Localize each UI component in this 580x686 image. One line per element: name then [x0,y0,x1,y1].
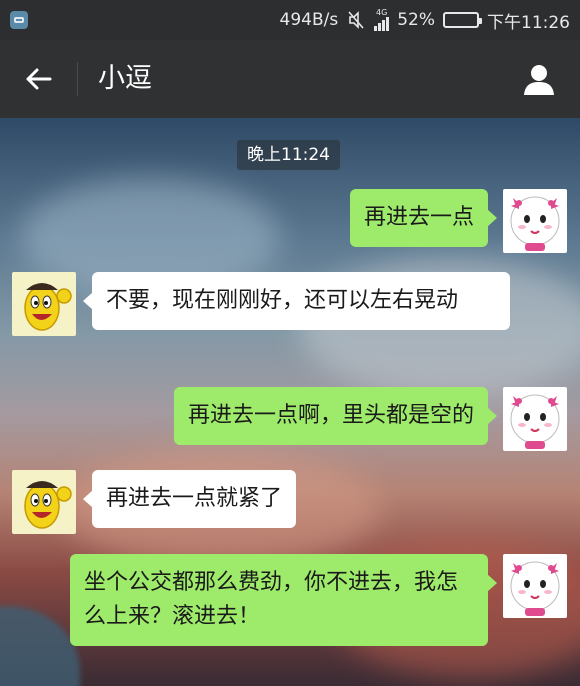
vibrate-mute-icon [348,11,364,29]
chat-info-button[interactable] [518,58,560,100]
person-icon [524,65,554,95]
status-time: 下午11:26 [487,12,570,33]
my-avatar[interactable] [503,387,567,451]
back-button[interactable] [14,57,62,101]
incoming-message[interactable]: 再进去一点就紧了 [82,470,297,528]
background-mountain [0,606,80,686]
bean-mascot-icon [24,481,72,529]
girl-face-icon [510,394,560,449]
title-divider [77,62,78,96]
battery-percent: 52% [397,10,435,30]
app-notification-icon [10,11,28,29]
network-type: 4G [376,8,388,17]
girl-face-icon [510,196,560,251]
status-indicators: 494B/s 4G 52% 下午11:26 [280,0,571,40]
contact-avatar[interactable] [12,470,76,534]
title-bar: 小逗 [0,40,580,118]
bean-mascot-icon [24,283,72,331]
outgoing-message[interactable]: 再进去一点啊，里头都是空的 [173,387,498,445]
outgoing-message[interactable]: 再进去一点 [349,189,498,247]
incoming-message[interactable]: 不要，现在刚刚好，还可以左右晃动 [83,272,510,330]
girl-face-icon [510,561,560,616]
chat-title: 小逗 [98,63,152,94]
status-bar: 494B/s 4G 52% 下午11:26 [0,0,580,40]
my-avatar[interactable] [503,189,567,253]
network-speed: 494B/s [279,10,339,30]
message-timestamp: 晚上11:24 [237,140,340,170]
battery-icon [443,12,482,28]
chat-area[interactable]: 晚上11:24 再进去一点 不要，现在刚刚好，还可以左右晃动 再进去一点啊，里头… [0,118,580,686]
signal-icon: 4G [374,8,390,31]
contact-avatar[interactable] [12,272,76,336]
back-arrow-icon [26,68,52,90]
outgoing-message[interactable]: 坐个公交都那么费劲，你不进去，我怎么上来？滚进去！ [70,554,497,646]
my-avatar[interactable] [503,554,567,618]
